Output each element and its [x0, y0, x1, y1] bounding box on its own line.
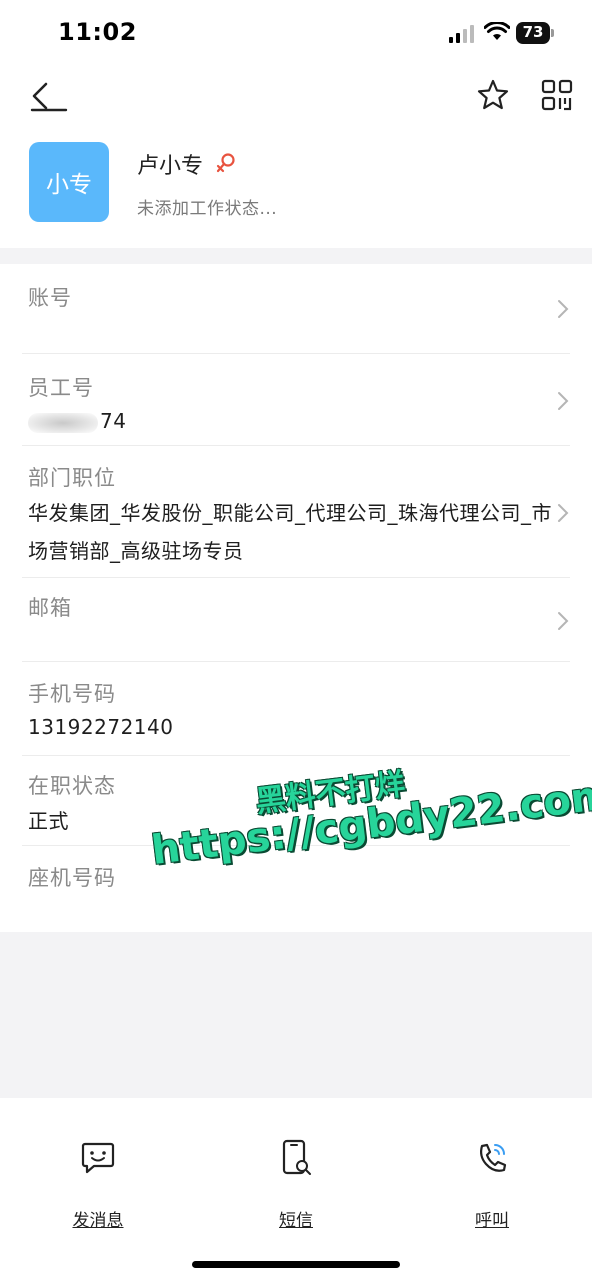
contact-name: 卢小专 — [137, 154, 204, 179]
call-button[interactable]: 呼叫 — [442, 1138, 542, 1234]
female-icon — [216, 153, 235, 173]
empty-area — [0, 932, 592, 1098]
back-arrow-icon[interactable] — [26, 76, 70, 116]
field-label: 账号 — [28, 286, 72, 310]
send-message-button[interactable]: 发消息 — [48, 1138, 148, 1234]
battery-tip — [551, 29, 554, 37]
field-account[interactable]: 账号 — [22, 270, 570, 354]
chevron-right-icon — [558, 392, 569, 410]
field-value: 华发集团_华发股份_职能公司_代理公司_珠海代理公司_市场营销部_高级驻场专员 — [28, 501, 552, 563]
qr-code-icon[interactable] — [540, 78, 574, 112]
status-bar: 11:02 73 — [0, 0, 592, 66]
chevron-right-icon — [558, 612, 569, 630]
status-time: 11:02 — [58, 18, 137, 46]
message-icon — [81, 1142, 115, 1174]
sms-icon — [282, 1139, 311, 1175]
action-label: 呼叫 — [475, 1211, 509, 1231]
home-indicator[interactable] — [192, 1261, 400, 1268]
star-icon[interactable] — [476, 78, 510, 112]
wifi-icon — [484, 22, 510, 40]
field-department[interactable]: 部门职位 华发集团_华发股份_职能公司_代理公司_珠海代理公司_市场营销部_高级… — [22, 446, 570, 578]
field-value: 正式 — [28, 809, 69, 833]
action-label: 发消息 — [72, 1211, 124, 1231]
section-divider — [0, 248, 592, 264]
sms-button[interactable]: 短信 — [246, 1138, 346, 1234]
chevron-right-icon — [558, 504, 569, 522]
phone-call-icon — [480, 1143, 507, 1172]
field-value: 74 — [28, 402, 126, 440]
field-email[interactable]: 邮箱 — [22, 578, 570, 662]
battery-level: 73 — [522, 23, 544, 41]
action-label: 短信 — [279, 1211, 313, 1231]
redacted-blur — [28, 412, 98, 433]
contact-detail-page: 11:02 73 小专 卢小专 未添加工作状态... 账号 员工号 74 部门职… — [0, 0, 592, 1280]
field-value[interactable]: 13192272140 — [28, 708, 173, 746]
employee-id-visible: 74 — [100, 409, 127, 433]
cellular-signal-icon — [449, 25, 474, 43]
battery-indicator: 73 — [516, 22, 554, 44]
field-label: 在职状态 — [28, 774, 116, 798]
field-label: 员工号 — [28, 376, 94, 400]
field-label: 邮箱 — [28, 596, 72, 620]
work-status[interactable]: 未添加工作状态... — [137, 194, 277, 219]
field-label: 部门职位 — [28, 466, 116, 490]
chevron-right-icon — [558, 300, 569, 318]
field-label: 手机号码 — [28, 682, 116, 706]
field-mobile[interactable]: 手机号码 13192272140 — [22, 662, 570, 756]
field-label: 座机号码 — [28, 866, 116, 890]
avatar[interactable]: 小专 — [29, 142, 109, 222]
field-employee-id[interactable]: 员工号 74 — [22, 354, 570, 446]
